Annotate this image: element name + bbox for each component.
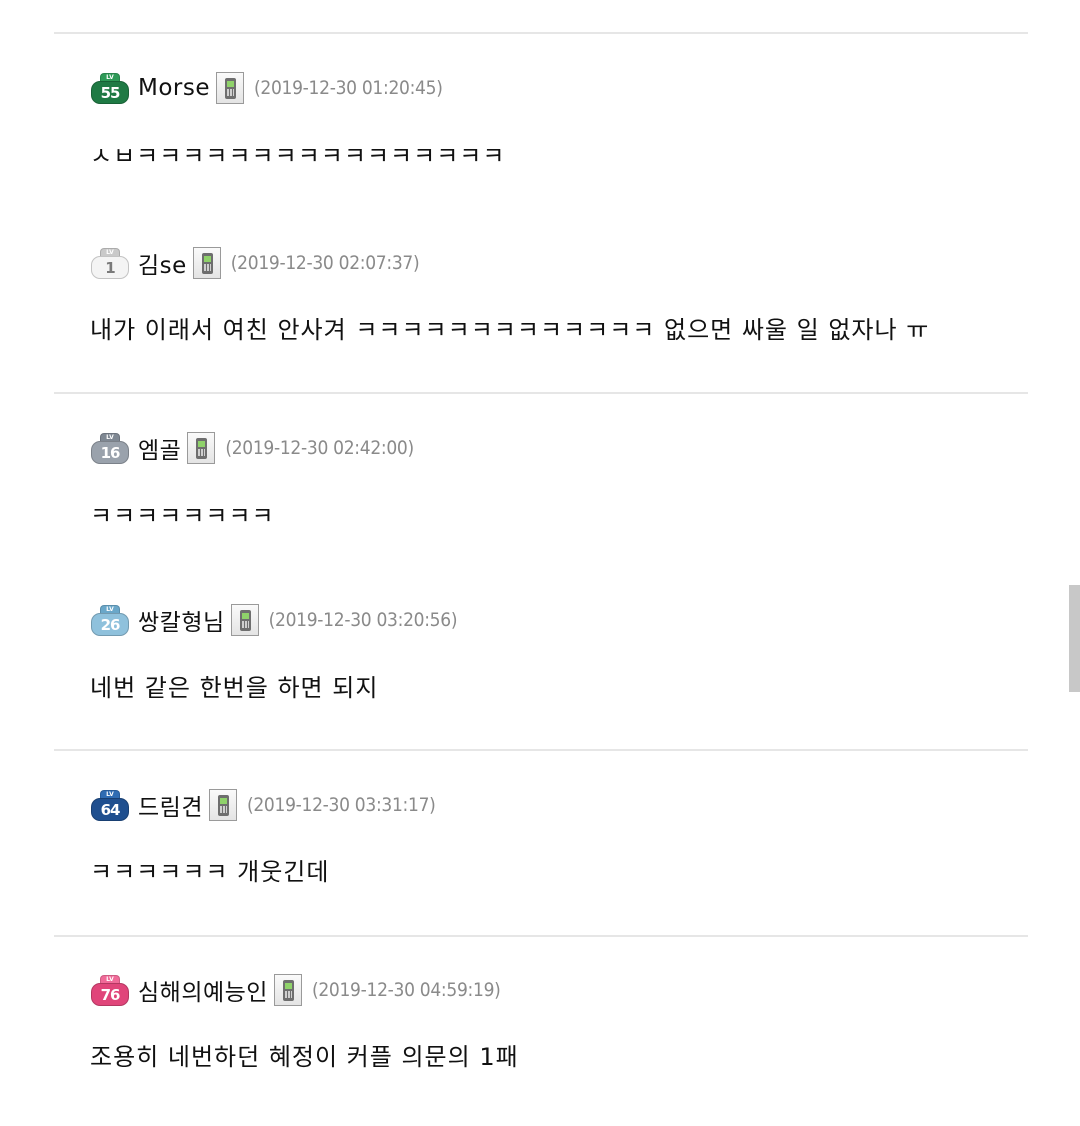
mobile-phone-icon [192, 247, 221, 279]
comment-meta: 55 Morse (2019-12-30 01:20:45) [90, 70, 443, 106]
comment-text: 내가 이래서 여친 안사겨 ㅋㅋㅋㅋㅋㅋㅋㅋㅋㅋㅋㅋㅋ 없으면 싸울 일 없자나… [90, 316, 930, 344]
comment-meta: 26 쌍칼형님 (2019-12-30 03:20:56) [90, 602, 458, 638]
comment-meta: 76 심해의예능인 (2019-12-30 04:59:19) [90, 972, 501, 1008]
level-badge-icon: 26 [90, 604, 129, 636]
nickname[interactable]: 김se [138, 246, 187, 280]
comment-meta: 1 김se (2019-12-30 02:07:37) [90, 245, 420, 281]
nickname[interactable]: 심해의예능인 [138, 973, 268, 1007]
level-badge-icon: 55 [90, 72, 129, 104]
nickname[interactable]: Morse [138, 75, 210, 101]
divider [54, 749, 1028, 751]
level-number: 55 [91, 81, 129, 104]
level-number: 16 [91, 441, 129, 464]
mobile-phone-icon [230, 604, 259, 636]
comment-timestamp: (2019-12-30 03:20:56) [268, 609, 458, 631]
comment-text: ㅋㅋㅋㅋㅋㅋ 개웃긴데 [90, 858, 330, 886]
level-badge-icon: 76 [90, 974, 129, 1006]
level-badge-icon: 64 [90, 789, 129, 821]
level-number: 76 [91, 983, 129, 1006]
divider [54, 392, 1028, 394]
divider [54, 32, 1028, 34]
comment-text: ㅅㅂㅋㅋㅋㅋㅋㅋㅋㅋㅋㅋㅋㅋㅋㅋㅋㅋ [90, 142, 506, 170]
nickname[interactable]: 엠골 [138, 431, 181, 465]
level-number: 26 [91, 613, 129, 636]
nickname[interactable]: 쌍칼형님 [138, 603, 225, 637]
comment-timestamp: (2019-12-30 01:20:45) [254, 77, 443, 99]
comment-text: ㅋㅋㅋㅋㅋㅋㅋㅋ [90, 502, 275, 530]
comment-meta: 64 드림견 (2019-12-30 03:31:17) [90, 787, 436, 823]
nickname[interactable]: 드림견 [138, 788, 203, 822]
level-number: 64 [91, 798, 129, 821]
divider [54, 935, 1028, 937]
level-number: 1 [91, 256, 129, 279]
level-badge-icon: 16 [90, 432, 129, 464]
mobile-phone-icon [216, 72, 245, 104]
comment-timestamp: (2019-12-30 02:07:37) [230, 252, 420, 274]
mobile-phone-icon [273, 974, 302, 1006]
comment-timestamp: (2019-12-30 04:59:19) [311, 979, 501, 1001]
comment-meta: 16 엠골 (2019-12-30 02:42:00) [90, 430, 414, 466]
comment-text: 네번 같은 한번을 하면 되지 [90, 674, 379, 702]
comment-timestamp: (2019-12-30 03:31:17) [246, 794, 436, 816]
mobile-phone-icon [187, 432, 216, 464]
mobile-phone-icon [208, 789, 237, 821]
level-badge-icon: 1 [90, 247, 129, 279]
comment-timestamp: (2019-12-30 02:42:00) [225, 437, 414, 459]
scrollbar-thumb[interactable] [1069, 585, 1080, 692]
comment-text: 조용히 네번하던 혜정이 커플 의문의 1패 [90, 1043, 519, 1071]
